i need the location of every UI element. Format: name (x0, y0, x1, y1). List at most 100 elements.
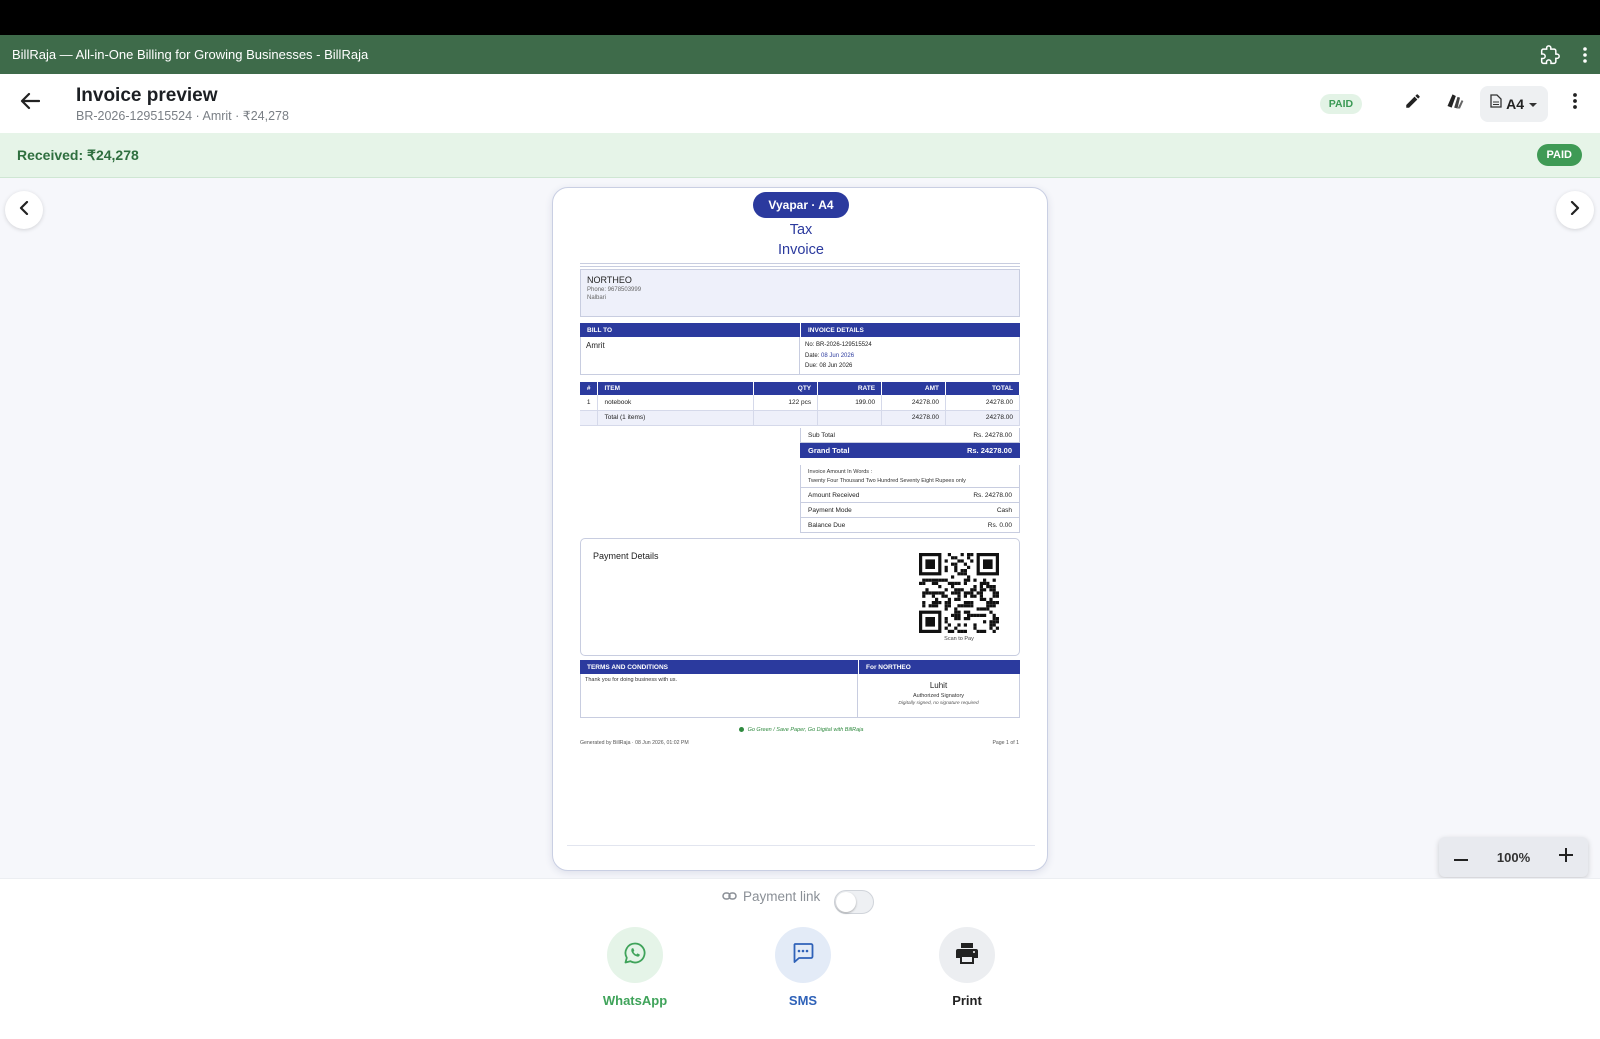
invoice-title-line1: Tax (789, 222, 813, 238)
seller-block: NORTHEO Phone: 9678503999 Nalbari (580, 269, 1020, 317)
payment-link-toggle[interactable] (834, 890, 874, 914)
go-green-text: Go Green / Save Paper, Go Digital with B… (747, 727, 864, 733)
preview-canvas[interactable]: Vyapar · A4 Tax Invoice NORTHEO Phone: 9… (0, 178, 1600, 878)
table-cell: notebook (597, 395, 755, 411)
items-table: # ITEM QTY RATE AMT TOTAL 1 notebook 122… (580, 382, 1020, 426)
template-chip[interactable]: Vyapar · A4 (753, 192, 849, 218)
print-button[interactable]: Print (922, 927, 1012, 1008)
link-icon (722, 889, 737, 904)
paper-size-label: A4 (1506, 95, 1524, 112)
theme-palette-icon (1445, 91, 1465, 116)
table-total-row: Total (1 items) 24278.00 24278.00 (580, 410, 1020, 426)
paid-status-badge: PAID (1319, 93, 1363, 114)
col-header: # (580, 382, 599, 395)
amount-in-words: Invoice Amount In Words : Twenty Four Th… (800, 465, 1020, 488)
chevron-left-icon (19, 200, 29, 220)
overflow-menu-button[interactable] (1554, 83, 1596, 125)
table-cell: 24278.00 (881, 395, 947, 411)
status-bar (0, 0, 1600, 35)
invoice-title: Tax Invoice (553, 220, 1047, 260)
payment-mode-row: Payment Mode Cash (800, 503, 1020, 518)
sms-share-button[interactable]: SMS (758, 927, 848, 1008)
next-template-button[interactable] (1556, 191, 1594, 229)
invoice-details-block: No: BR-2026-129515524 Date: 08 Jun 2026 … (800, 337, 1020, 375)
payment-details-title: Payment Details (593, 551, 659, 561)
theme-button[interactable] (1434, 83, 1476, 125)
received-amount: Received: ₹24,278 (17, 146, 139, 163)
chevron-right-icon (1570, 200, 1580, 220)
invoice-date: 08 Jun 2026 (821, 352, 855, 359)
col-header: ITEM (597, 382, 755, 395)
bill-to-block: Amrit (580, 337, 800, 375)
zoom-control: 100% (1439, 837, 1588, 877)
amount-in-words-label: Invoice Amount In Words : (808, 469, 873, 475)
page-subtitle: BR-2026-129515524 · Amrit · ₹24,278 (76, 108, 289, 123)
signatory-block: Luhit Authorized Signatory Digitally sig… (858, 674, 1020, 718)
grand-total-row: Grand Total Rs. 24278.00 (800, 443, 1020, 458)
invoice-number: BR-2026-129515524 (816, 342, 872, 348)
balance-due-label: Balance Due (808, 521, 846, 529)
table-cell: 1 (580, 395, 599, 411)
balance-due-value: Rs. 0.00 (987, 521, 1012, 529)
payment-mode-value: Cash (996, 506, 1012, 514)
edit-pencil-icon (1404, 92, 1422, 115)
leaf-dot-icon (738, 727, 744, 733)
window-titlebar: BillRaja — All-in-One Billing for Growin… (0, 35, 1600, 74)
table-cell: 24278.00 (945, 395, 1020, 411)
table-cell: 199.00 (817, 395, 883, 411)
table-cell (817, 410, 883, 426)
zoom-in-button[interactable] (1556, 847, 1576, 867)
page-title: Invoice preview (76, 84, 218, 106)
amount-received-row: Amount Received Rs. 24278.00 (800, 488, 1020, 503)
grand-total-value: Rs. 24278.00 (966, 445, 1012, 455)
app-bar: Invoice preview BR-2026-129515524 · Amri… (0, 74, 1600, 133)
sms-button-circle (775, 927, 831, 983)
print-button-circle (939, 927, 995, 983)
items-table-header: # ITEM QTY RATE AMT TOTAL (580, 382, 1020, 395)
col-header: QTY (753, 382, 819, 395)
generated-by: Generated by BillRaja · 08 Jun 2026, 01:… (580, 740, 689, 746)
back-arrow-icon (20, 92, 41, 115)
print-label: Print (952, 993, 982, 1008)
table-cell: 24278.00 (945, 410, 1020, 426)
whatsapp-share-button[interactable]: WhatsApp (590, 927, 680, 1008)
invoice-title-line2: Invoice (778, 242, 824, 258)
sub-total-row: Sub Total Rs. 24278.00 (800, 428, 1020, 443)
zoom-out-button[interactable] (1451, 847, 1471, 867)
paper-size-dropdown[interactable]: A4 (1480, 85, 1548, 122)
signatory-role: Authorized Signatory (912, 693, 965, 699)
grand-total-label: Grand Total (808, 445, 850, 455)
more-vert-icon[interactable] (1582, 46, 1588, 64)
zoom-level: 100% (1496, 849, 1531, 865)
signatory-header: For NORTHEO (858, 660, 1020, 674)
balance-due-row: Balance Due Rs. 0.00 (800, 518, 1020, 533)
invoice-due-date: 08 Jun 2026 (819, 363, 853, 369)
seller-address: Nalbari (587, 295, 607, 301)
dropdown-caret-icon (1528, 95, 1538, 113)
edit-button[interactable] (1392, 83, 1434, 125)
previous-template-button[interactable] (5, 191, 43, 229)
table-cell: Total (1 items) (597, 410, 755, 426)
seller-phone: Phone: 9678503999 (587, 287, 642, 293)
payment-qr-code (919, 553, 999, 633)
printer-icon (955, 942, 979, 969)
paid-status-badge: PAID (1536, 144, 1582, 166)
zoom-in-plus-icon (1559, 847, 1573, 867)
table-cell: 24278.00 (881, 410, 947, 426)
go-green-note: Go Green / Save Paper, Go Digital with B… (553, 727, 1047, 733)
document-icon (1490, 94, 1502, 113)
sub-total-value: Rs. 24278.00 (973, 431, 1012, 439)
signatory-name: Luhit (929, 681, 948, 690)
received-banner: Received: ₹24,278 PAID (0, 133, 1600, 178)
page-heading: Invoice preview BR-2026-129515524 · Amri… (76, 85, 289, 123)
seller-name: NORTHEO (587, 275, 632, 285)
sub-total-label: Sub Total (808, 431, 835, 439)
table-cell: 122 pcs (753, 395, 819, 411)
invoice-details-header: INVOICE DETAILS (800, 323, 1020, 337)
back-button[interactable] (0, 74, 60, 133)
whatsapp-label: WhatsApp (602, 993, 668, 1008)
extension-icon[interactable] (1540, 44, 1560, 65)
terms-block: Thank you for doing business with us. (580, 674, 858, 718)
payment-details-block: Payment Details Scan to Pay (580, 538, 1020, 656)
terms-text: Thank you for doing business with us. (585, 677, 678, 683)
